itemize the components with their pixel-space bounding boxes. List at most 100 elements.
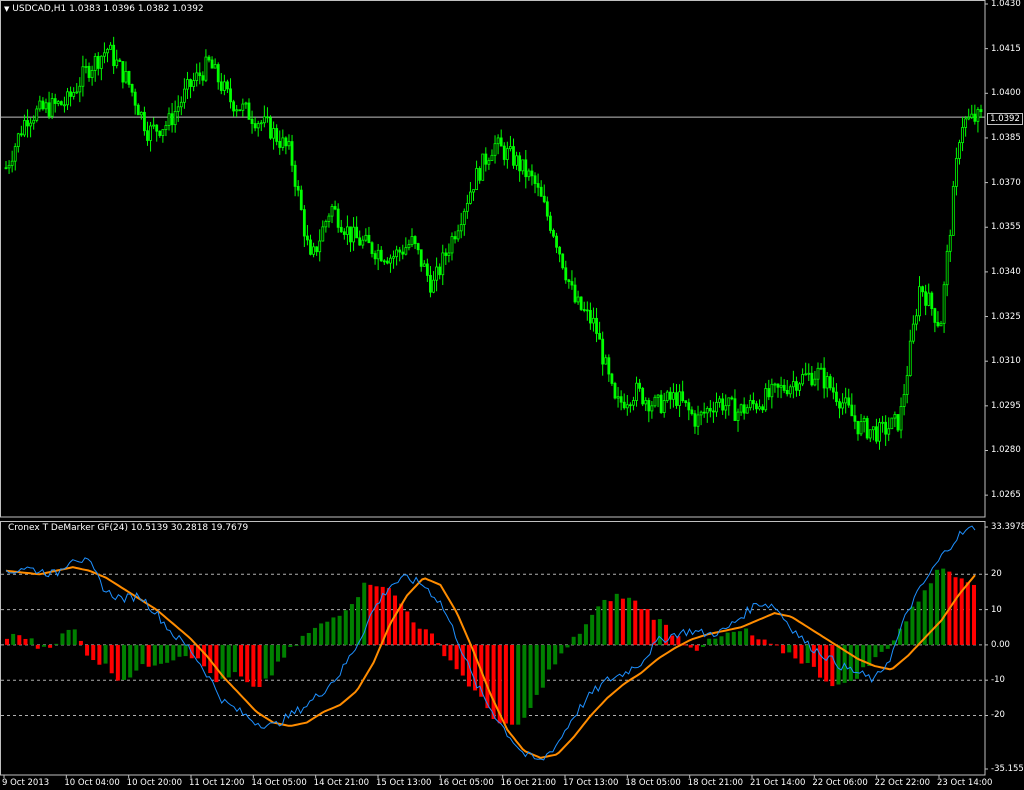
histogram-bar (325, 621, 330, 645)
candle (779, 376, 783, 399)
histogram-bar (553, 644, 558, 665)
candle-body (475, 168, 478, 191)
candle (847, 388, 851, 408)
candle-body (490, 154, 494, 162)
candle-body (241, 103, 245, 111)
candle (481, 153, 485, 181)
histogram-bar (953, 577, 958, 645)
histogram-bar (72, 629, 77, 645)
candle-body (447, 252, 451, 256)
candle-body (770, 383, 774, 398)
candle (238, 109, 242, 112)
histogram-bar (485, 644, 490, 709)
candle (38, 95, 42, 112)
candle (4, 161, 8, 170)
indicator-tick-label: 20 (991, 569, 1002, 580)
candle-body (136, 104, 140, 116)
candle (601, 331, 605, 376)
candle (859, 414, 863, 437)
chart-menu-arrow-icon[interactable]: ▼ (4, 5, 9, 13)
indicator-tick-label: -10 (991, 675, 1005, 686)
chart-window[interactable]: ▼ USDCAD,H1 1.0383 1.0396 1.0382 1.0392 … (0, 0, 1024, 790)
candle-body (222, 81, 226, 91)
histogram-bar (23, 638, 28, 645)
candle (435, 257, 438, 292)
candle (798, 382, 801, 396)
candle (899, 397, 903, 439)
candle-body (462, 210, 466, 225)
candle (281, 129, 285, 151)
candle-body (545, 201, 549, 217)
candle (330, 203, 334, 224)
price-tick-label: 1.0295 (991, 400, 1021, 411)
candle-body (656, 394, 660, 398)
candle-body (63, 104, 66, 107)
candle (549, 211, 552, 234)
candle (828, 373, 832, 391)
candle (90, 65, 94, 86)
candle-body (16, 133, 20, 147)
candle-body (896, 414, 900, 431)
candle-body (536, 183, 540, 188)
candle (521, 159, 525, 175)
candle-body (862, 418, 866, 423)
histogram-bar (85, 644, 90, 656)
candle-body (90, 70, 94, 78)
candle-body (512, 146, 515, 166)
histogram-bar (774, 644, 779, 646)
histogram-bar (331, 617, 336, 645)
candle-body (764, 388, 768, 411)
candle (342, 228, 346, 240)
candle (527, 168, 531, 181)
candle (835, 383, 838, 406)
candle-body (961, 127, 964, 144)
candle (50, 92, 54, 120)
candle (84, 58, 88, 74)
candle-body (333, 206, 337, 210)
candle-body (407, 244, 411, 249)
candle (78, 77, 82, 103)
candle-body (598, 333, 602, 340)
histogram-bar (614, 593, 619, 645)
candle (315, 246, 319, 256)
time-tick-label: 10 Oct 04:00 (64, 778, 120, 788)
candle-body (552, 230, 555, 237)
histogram-bar (48, 644, 53, 648)
time-tick-label: 14 Oct 05:00 (251, 778, 307, 788)
candle (745, 404, 749, 414)
candle-body (259, 122, 263, 125)
histogram-bar (405, 611, 410, 645)
histogram-bar (639, 609, 644, 645)
candle-body (293, 164, 297, 187)
candle (942, 281, 946, 333)
candle-body (130, 83, 134, 93)
candle-body (453, 236, 457, 240)
chart-canvas[interactable] (0, 0, 1024, 790)
candle (398, 247, 402, 262)
candle (385, 257, 389, 265)
histogram-bar (768, 643, 773, 645)
candle-body (798, 383, 801, 391)
candle (272, 121, 275, 150)
candle-body (727, 397, 731, 407)
candle-body (499, 137, 503, 147)
candle-body (284, 137, 288, 147)
histogram-bar (540, 644, 545, 688)
candle (530, 164, 534, 186)
candle (373, 250, 377, 265)
time-tick-label: 22 Oct 06:00 (812, 778, 868, 788)
histogram-bar (547, 644, 552, 670)
candle (170, 102, 174, 133)
candle (708, 400, 712, 418)
candle-body (382, 260, 386, 263)
candle-body (13, 146, 17, 162)
candle-body (644, 400, 648, 405)
histogram-bar (122, 644, 127, 680)
candle-body (250, 118, 254, 124)
histogram-bar (214, 644, 219, 683)
candle (269, 115, 272, 140)
candle-body (182, 88, 186, 103)
candle-body (521, 159, 525, 172)
histogram-bar (393, 595, 398, 645)
candle (56, 99, 60, 107)
